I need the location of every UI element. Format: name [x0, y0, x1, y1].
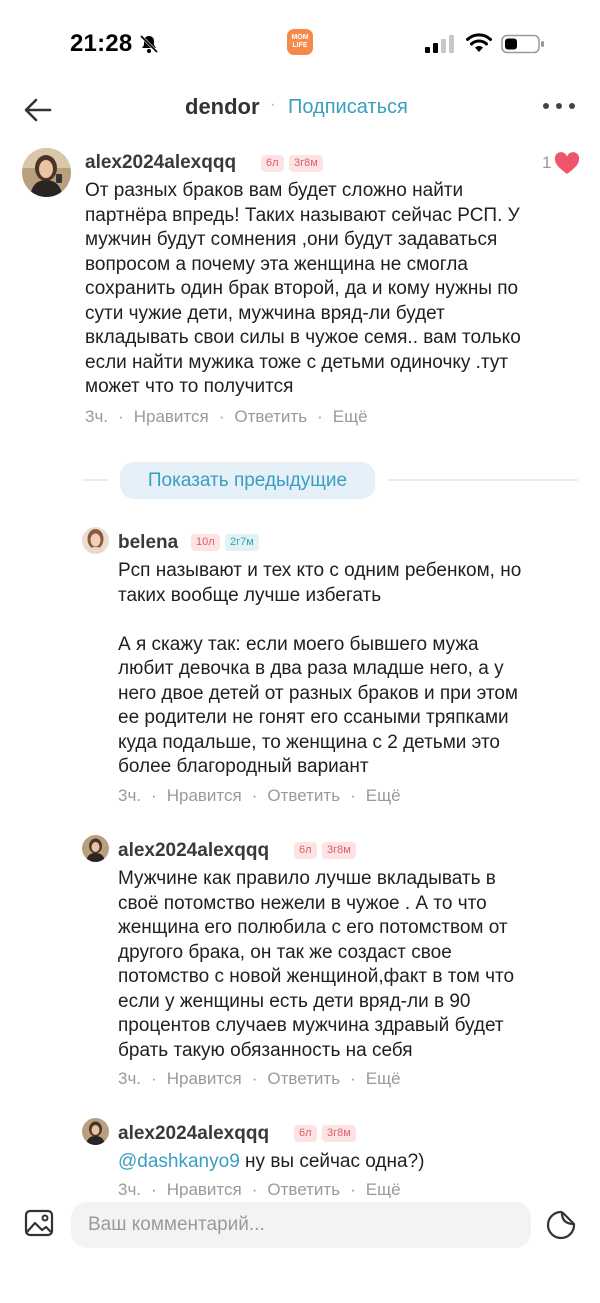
age-badge: 6л [294, 842, 317, 859]
comment-time: 3ч. [118, 786, 142, 805]
like-action[interactable]: Нравится [167, 1069, 242, 1089]
reply-action[interactable]: Ответить [267, 1069, 340, 1089]
duration-badge: 3г8м [289, 155, 323, 172]
action-separator: · [350, 1180, 356, 1199]
user-mention-link[interactable]: @dashkanyo9 [118, 1151, 240, 1172]
image-icon[interactable] [24, 1208, 54, 1238]
avatar[interactable] [82, 527, 109, 554]
action-separator: · [251, 1069, 258, 1088]
action-separator: · [350, 1069, 356, 1088]
avatar[interactable] [82, 1118, 109, 1145]
comment-input[interactable] [71, 1202, 531, 1248]
action-separator: · [151, 1069, 157, 1088]
comment-text: Мужчине как правило лучше вкладывать в с… [118, 868, 515, 1061]
action-separator: · [151, 786, 157, 805]
age-badge: 6л [294, 1125, 317, 1142]
more-action[interactable]: Ещё [366, 786, 401, 806]
show-previous-button[interactable]: Показать предыдущие [120, 462, 375, 499]
action-separator: · [317, 407, 323, 426]
reply-action[interactable]: Ответить [267, 786, 340, 806]
like-count: 1 [542, 153, 552, 172]
comment-username[interactable]: alex2024alexqqq [118, 1123, 269, 1145]
comment-actions: 3ч. · Нравится · Ответить · Ещё [118, 1069, 401, 1089]
more-dots-icon[interactable] [542, 96, 576, 116]
duration-badge: 3г8м [322, 842, 356, 859]
comment-actions: 3ч. · Нравится · Ответить · Ещё [118, 786, 401, 806]
action-separator: · [350, 786, 356, 805]
comment-actions: 3ч. · Нравится · Ответить · Ещё [118, 1180, 401, 1200]
action-separator: · [251, 1180, 258, 1199]
comment-composer [0, 1198, 600, 1303]
bell-muted-icon [139, 34, 159, 54]
more-action[interactable]: Ещё [333, 407, 368, 427]
reply-action[interactable]: Ответить [234, 407, 307, 427]
sticker-icon[interactable] [545, 1209, 577, 1241]
action-separator: · [151, 1180, 157, 1199]
comment-username[interactable]: alex2024alexqqq [85, 152, 236, 174]
header: dendor · Подписаться [0, 88, 600, 132]
comment-time: 3ч. [118, 1069, 142, 1088]
comment-time: 3ч. [85, 407, 109, 426]
status-bar: 21:28 MOM LIFE [0, 0, 600, 88]
avatar[interactable] [22, 148, 71, 197]
age-badge: 10л [191, 534, 220, 551]
back-arrow-icon[interactable] [22, 96, 54, 124]
comment-text: От разных браков вам будет сложно найти … [85, 180, 521, 397]
heart-icon[interactable] [554, 152, 580, 176]
comment-text-body: ну вы сейчас одна?) [239, 1151, 425, 1172]
battery-icon [501, 34, 544, 54]
page-title: dendor [185, 94, 260, 119]
more-action[interactable]: Ещё [366, 1180, 401, 1200]
avatar[interactable] [82, 835, 109, 862]
comment-username[interactable]: alex2024alexqqq [118, 840, 269, 862]
avatar-image [22, 148, 71, 197]
comment-text: Рсп называют и тех кто с одним ребенком,… [118, 560, 522, 777]
avatar-image [82, 527, 109, 554]
comment-text: @dashkanyo9 ну вы сейчас одна?) [118, 1150, 588, 1175]
app-logo-text: MOM LIFE [291, 34, 309, 49]
more-action[interactable]: Ещё [366, 1069, 401, 1089]
like-action[interactable]: Нравится [167, 1180, 242, 1200]
app-logo-icon: MOM LIFE [287, 29, 313, 55]
reply-action[interactable]: Ответить [267, 1180, 340, 1200]
subscribe-button[interactable]: Подписаться [288, 96, 408, 119]
comment-time: 3ч. [118, 1180, 142, 1199]
status-time: 21:28 [70, 30, 133, 57]
wifi-icon [466, 33, 492, 52]
action-separator: · [218, 407, 225, 426]
divider-right [388, 479, 578, 481]
avatar-image [82, 835, 109, 862]
like-action[interactable]: Нравится [134, 407, 209, 427]
duration-badge: 2г7м [225, 534, 259, 551]
comment-username[interactable]: belena [118, 532, 178, 554]
title-separator: · [270, 96, 276, 113]
age-badge: 6л [261, 155, 284, 172]
avatar-image [82, 1118, 109, 1145]
comment-actions: 3ч. · Нравится · Ответить · Ещё [85, 407, 368, 427]
signal-icon [425, 35, 454, 53]
action-separator: · [118, 407, 124, 426]
divider-left [82, 479, 108, 481]
like-action[interactable]: Нравится [167, 786, 242, 806]
action-separator: · [251, 786, 258, 805]
duration-badge: 3г8м [322, 1125, 356, 1142]
